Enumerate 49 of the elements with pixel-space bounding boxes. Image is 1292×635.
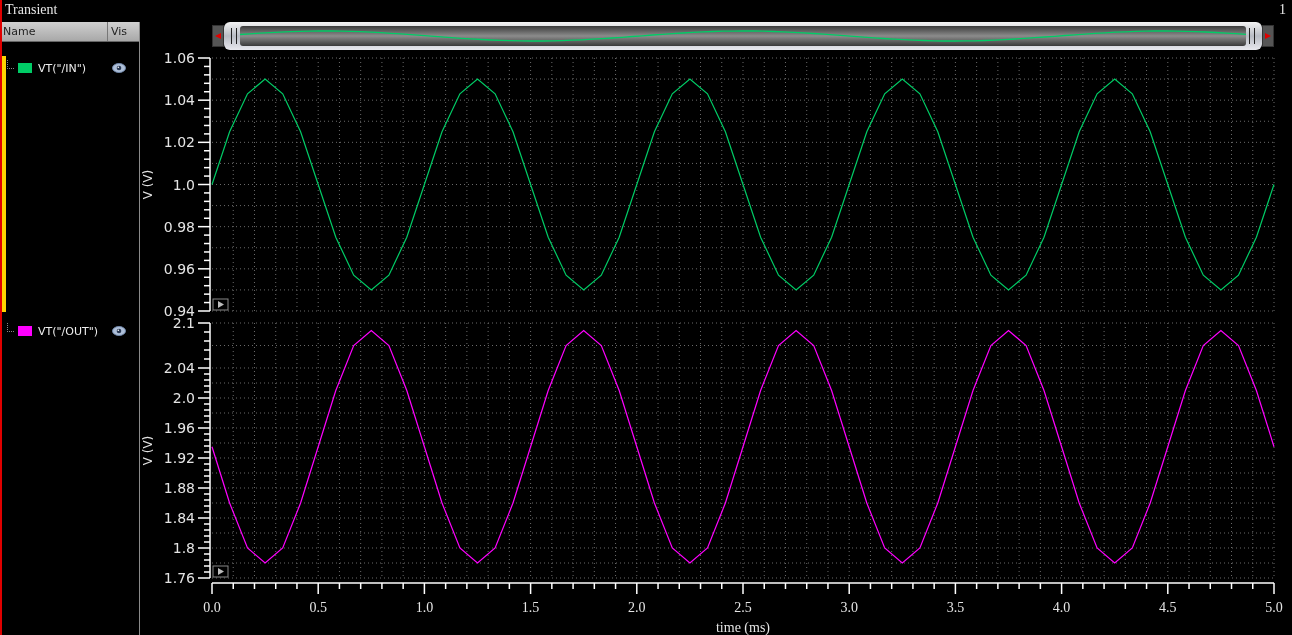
x-tick-label: 4.5 [1159, 600, 1177, 615]
y-axis-title: V (V) [141, 435, 155, 466]
x-tick-label: 2.0 [628, 600, 646, 615]
y-tick-label: 2.1 [172, 316, 195, 331]
y-tick-label: 0.98 [163, 218, 195, 235]
arrow-right-icon [1265, 33, 1271, 39]
scroll-left-button[interactable] [212, 25, 224, 47]
page-number: 1 [1279, 2, 1286, 18]
y-tick-label: 1.8 [172, 540, 195, 556]
x-tick-label: 0.5 [309, 600, 327, 615]
eye-icon[interactable] [112, 63, 126, 73]
grip-handle[interactable] [231, 28, 237, 44]
arrow-left-icon [215, 33, 221, 39]
y-tick-label: 0.96 [163, 260, 195, 277]
column-title[interactable]: Vis [108, 22, 139, 41]
x-tick-label: 3.5 [946, 600, 965, 615]
y-axis-title: V (V) [141, 169, 155, 200]
grip-handle[interactable] [1249, 28, 1255, 44]
signal-name[interactable]: VT("/OUT") [38, 324, 112, 338]
column-title[interactable]: Name [2, 22, 108, 41]
y-tick-label: 1.76 [163, 570, 195, 586]
scroll-right-button[interactable] [1262, 25, 1274, 47]
play-icon[interactable] [212, 565, 229, 578]
x-tick-label: 0.0 [203, 600, 221, 615]
x-tick-label: 4.0 [1052, 600, 1071, 615]
y-tick-label: 1.92 [163, 450, 195, 466]
y-tick-label: 2.0 [172, 390, 195, 406]
x-tick-label: 3.0 [840, 600, 858, 615]
x-tick-label: 1.5 [521, 600, 540, 615]
tree-connector [7, 322, 14, 332]
x-tick-label: 2.5 [734, 600, 752, 615]
window-title: Transient [5, 2, 58, 18]
y-tick-label: 1.0 [172, 176, 195, 193]
x-tick-label: 1.0 [415, 600, 434, 615]
y-tick-label: 1.84 [163, 510, 195, 526]
x-axis-title: time (ms) [716, 620, 770, 635]
y-tick-label: 1.04 [163, 92, 195, 109]
y-tick-label: 0.94 [163, 303, 195, 316]
play-icon[interactable] [212, 298, 229, 311]
y-tick-label: 1.96 [163, 420, 195, 436]
x-tick-label: 5.0 [1265, 600, 1283, 615]
y-tick-label: 1.88 [163, 480, 195, 496]
signal-name[interactable]: VT("/IN") [38, 61, 112, 75]
y-tick-label: 1.06 [163, 50, 195, 66]
scrollbar-thumb[interactable] [224, 22, 1262, 50]
y-tick-label: 1.02 [163, 134, 195, 151]
y-tick-label: 2.04 [163, 360, 195, 376]
tree-connector [7, 59, 14, 69]
eye-icon[interactable] [112, 326, 126, 336]
